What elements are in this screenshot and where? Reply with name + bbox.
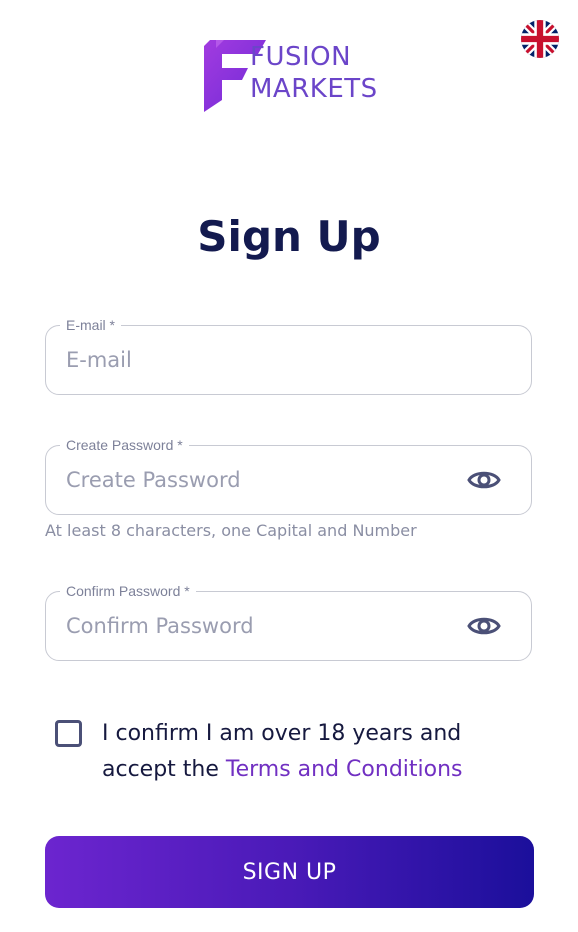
page-title: Sign Up: [197, 212, 381, 261]
brand-name-line2: MARKETS: [250, 74, 378, 104]
consent-text: I confirm I am over 18 years and accept …: [102, 716, 542, 788]
eye-icon[interactable]: [467, 468, 501, 492]
language-selector[interactable]: [521, 20, 559, 58]
brand-name-line1: FUSION: [250, 42, 352, 72]
email-field-container: E-mail *: [45, 317, 532, 395]
password-input[interactable]: [66, 446, 456, 514]
terms-link[interactable]: Terms and Conditions: [226, 757, 463, 782]
uk-flag-icon: [521, 20, 559, 58]
age-terms-checkbox[interactable]: [55, 720, 82, 747]
confirm-password-input[interactable]: [66, 592, 456, 660]
brand-logo[interactable]: FUSION MARKETS: [204, 40, 379, 114]
confirm-password-field-container: Confirm Password *: [45, 583, 532, 661]
sign-up-button[interactable]: SIGN UP: [45, 836, 534, 908]
eye-icon[interactable]: [467, 614, 501, 638]
password-hint: At least 8 characters, one Capital and N…: [45, 521, 417, 540]
signup-page: FUSION MARKETS Sign Up E-mail * Create P…: [0, 0, 578, 932]
brand-name: FUSION MARKETS: [250, 41, 378, 105]
email-input[interactable]: [66, 326, 456, 394]
password-field-container: Create Password *: [45, 437, 532, 515]
